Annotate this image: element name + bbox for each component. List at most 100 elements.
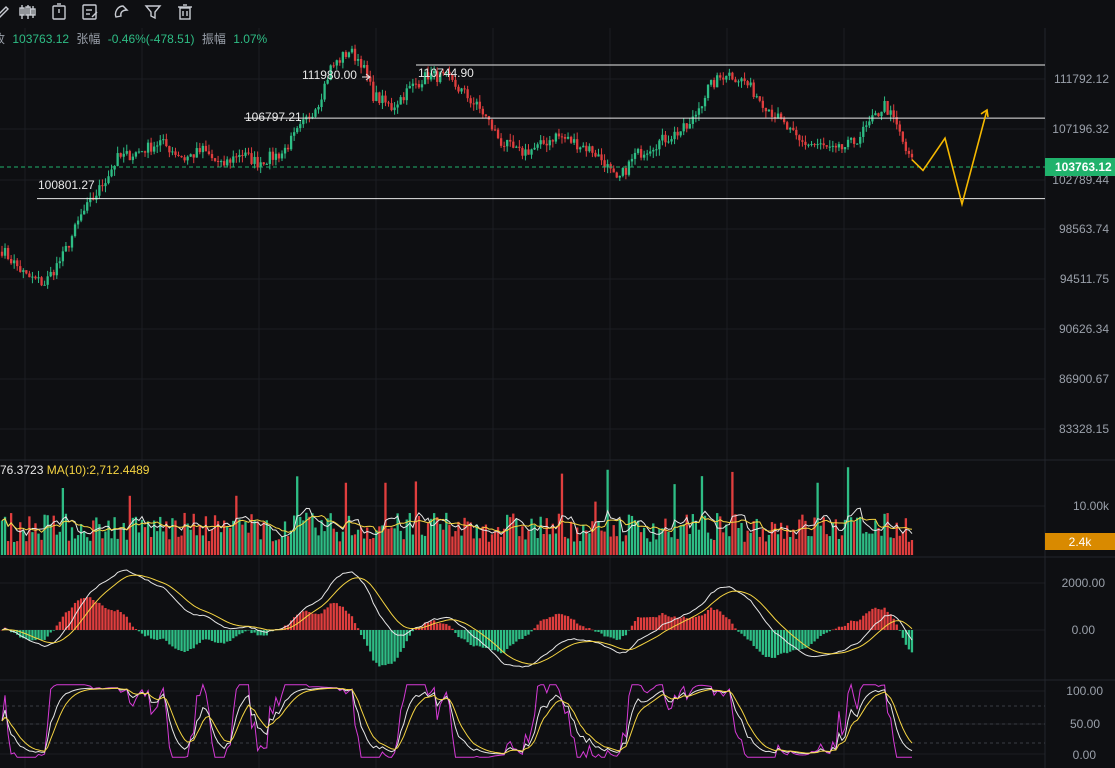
candle-body bbox=[460, 88, 463, 92]
candle-body bbox=[289, 135, 293, 150]
candle-body bbox=[98, 185, 101, 196]
volume-bar bbox=[329, 513, 332, 555]
macd-bar bbox=[877, 609, 880, 630]
macd-bar bbox=[317, 614, 320, 630]
candle-body bbox=[898, 124, 901, 132]
candle-body bbox=[46, 276, 49, 285]
timer-icon[interactable] bbox=[49, 2, 69, 22]
volume-bar bbox=[676, 538, 679, 555]
macd-bar bbox=[624, 630, 628, 636]
volume-bar bbox=[89, 540, 92, 555]
macd-bar bbox=[734, 628, 737, 630]
candle-body bbox=[606, 164, 609, 168]
chart-canvas[interactable]: 111792.12107196.32102789.4498563.7494511… bbox=[0, 0, 1115, 768]
candle-body bbox=[286, 147, 290, 150]
candlestick-type-icon[interactable] bbox=[17, 2, 37, 22]
macd-bar bbox=[642, 617, 646, 630]
macd-bar bbox=[746, 630, 749, 640]
candle-body bbox=[235, 156, 238, 158]
volume-bar bbox=[213, 515, 217, 555]
macd-bar bbox=[174, 630, 177, 649]
volume-bar bbox=[317, 535, 320, 555]
macd-bar bbox=[125, 616, 128, 630]
volume-bar bbox=[737, 527, 740, 555]
candle-body bbox=[560, 136, 564, 138]
macd-bar bbox=[612, 630, 615, 639]
volume-bar bbox=[782, 538, 786, 555]
macd-bar bbox=[737, 630, 740, 632]
volume-bar bbox=[481, 526, 485, 555]
volume-bar bbox=[712, 539, 716, 555]
candle-body bbox=[180, 155, 183, 158]
candle-body bbox=[107, 176, 110, 184]
magnet-icon[interactable] bbox=[112, 2, 132, 22]
candle-body bbox=[582, 145, 585, 148]
candle-body bbox=[652, 149, 655, 152]
volume-bar bbox=[880, 535, 883, 555]
macd-bar bbox=[247, 630, 250, 631]
macd-bar bbox=[335, 603, 338, 630]
volume-bar bbox=[868, 533, 871, 555]
volume-bar bbox=[86, 537, 89, 555]
macd-bar bbox=[149, 630, 153, 639]
macd-bar bbox=[98, 602, 101, 630]
volume-bar bbox=[852, 522, 856, 555]
macd-bar bbox=[597, 630, 600, 632]
macd-bar bbox=[347, 613, 351, 630]
macd-bar bbox=[895, 624, 898, 630]
candle-body bbox=[493, 129, 497, 131]
macd-bar bbox=[445, 624, 448, 630]
candle-body bbox=[195, 148, 198, 158]
support-upper-label: 106797.21 bbox=[245, 110, 302, 124]
candle-body bbox=[481, 108, 485, 115]
macd-bar bbox=[618, 630, 621, 640]
pen-icon[interactable] bbox=[0, 2, 12, 22]
candle-body bbox=[19, 266, 22, 272]
macd-bar bbox=[204, 630, 208, 640]
candle-body bbox=[789, 127, 792, 130]
volume-bar bbox=[691, 514, 694, 555]
volume-bar bbox=[807, 535, 810, 555]
macd-bar bbox=[55, 625, 58, 630]
volume-bar bbox=[706, 532, 710, 555]
volume-tag-value: 2.4k bbox=[1069, 535, 1093, 549]
macd-bar bbox=[609, 630, 612, 638]
macd-bar bbox=[743, 630, 746, 637]
volume-bar bbox=[828, 536, 831, 555]
candle-body bbox=[548, 140, 551, 146]
price-axis-label: 86900.67 bbox=[1059, 372, 1109, 386]
candle-body bbox=[67, 246, 71, 248]
volume-bar bbox=[283, 521, 287, 555]
macd-bar bbox=[399, 630, 402, 652]
macd-bar bbox=[521, 630, 524, 639]
macd-bar bbox=[703, 613, 707, 630]
macd-bar bbox=[646, 617, 649, 630]
candle-body bbox=[375, 92, 378, 101]
filter-icon[interactable] bbox=[143, 2, 163, 22]
macd-bar bbox=[213, 630, 217, 643]
candle-body bbox=[630, 158, 634, 162]
candle-body bbox=[3, 247, 7, 256]
volume-bar bbox=[789, 537, 792, 555]
candle-body bbox=[353, 48, 357, 61]
candle-body bbox=[576, 139, 579, 150]
volume-bar bbox=[822, 517, 825, 555]
candle-body bbox=[177, 154, 180, 156]
macd-bar bbox=[402, 630, 405, 649]
trash-icon[interactable] bbox=[175, 2, 195, 22]
volume-bar bbox=[846, 467, 850, 555]
volume-bar bbox=[859, 516, 862, 555]
volume-bar bbox=[810, 536, 813, 555]
candle-body bbox=[591, 146, 594, 153]
macd-axis-label: 2000.00 bbox=[1062, 576, 1106, 590]
volume-bar bbox=[892, 538, 895, 555]
candle-body bbox=[223, 161, 226, 166]
note-edit-icon[interactable] bbox=[80, 2, 100, 22]
macd-bar bbox=[572, 619, 576, 630]
volume-axis-label: 10.00k bbox=[1073, 499, 1110, 513]
candle-body bbox=[159, 140, 162, 146]
macd-bar bbox=[384, 630, 387, 666]
volume-bar bbox=[116, 538, 119, 555]
candle-body bbox=[146, 142, 150, 153]
macd-bar bbox=[560, 614, 564, 630]
